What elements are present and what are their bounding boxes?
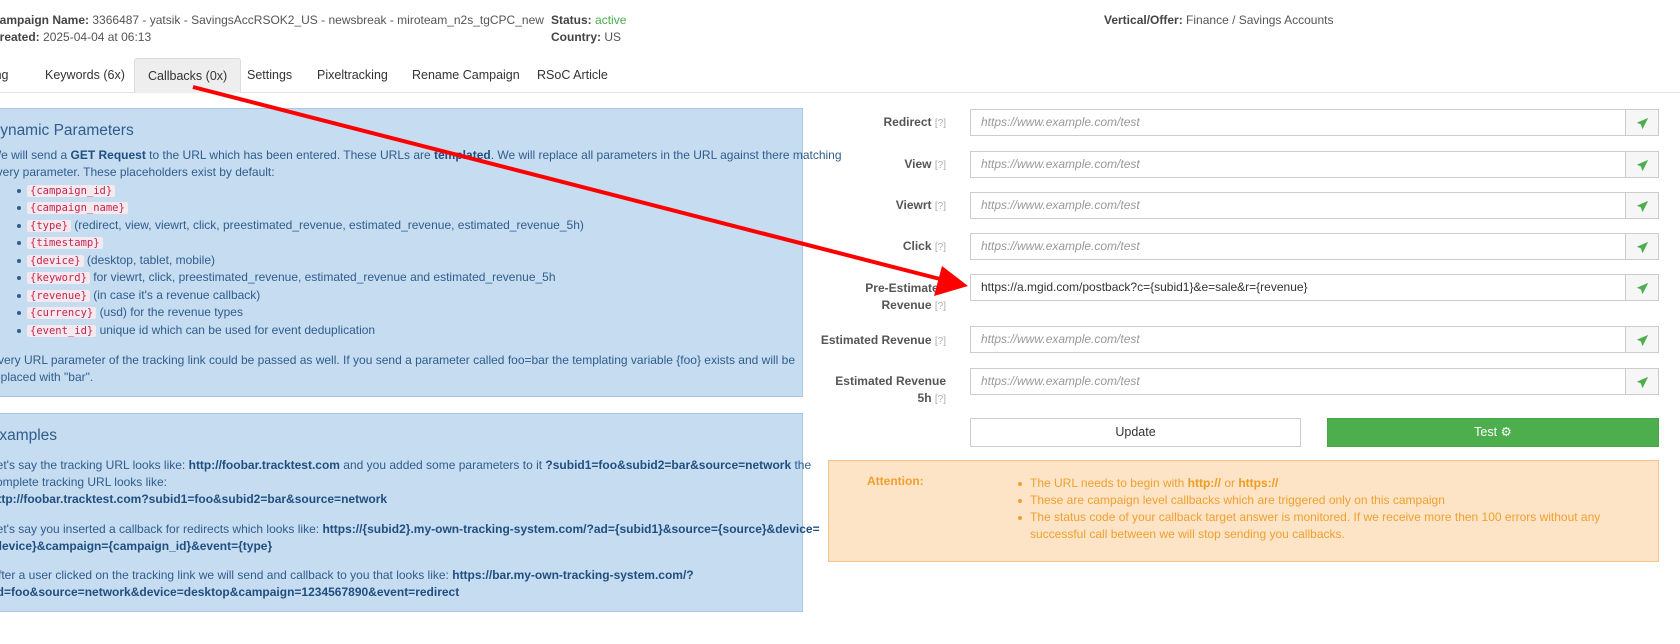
view-label: View [?] bbox=[904, 157, 946, 171]
campaign-info: Campaign Name: 3366487 - yatsik - Saving… bbox=[0, 12, 544, 46]
status-value: active bbox=[595, 13, 627, 27]
tab-settings[interactable]: Settings bbox=[247, 58, 292, 92]
view-input[interactable]: https://www.example.com/test bbox=[970, 151, 1626, 178]
dynamic-intro-2: every parameter. These placeholders exis… bbox=[0, 165, 275, 179]
example-line-3: http://foobar.tracktest.com?subid1=foo&s… bbox=[0, 492, 388, 506]
attention-box: Attention: The URL needs to begin with h… bbox=[828, 460, 1659, 562]
attention-item-3-cont: successful call between we will stop sen… bbox=[1030, 527, 1345, 541]
vertical-value: Finance / Savings Accounts bbox=[1186, 13, 1334, 27]
param-campaign-id: {campaign_id} bbox=[27, 182, 116, 199]
pre-estimated-revenue-send-button[interactable] bbox=[1626, 274, 1659, 301]
param-event-id: {event_id} unique id which can be used f… bbox=[27, 322, 375, 339]
attention-title: Attention: bbox=[867, 474, 924, 488]
tab-pixeltracking[interactable]: Pixeltracking bbox=[317, 58, 388, 92]
campaign-name: 3366487 - yatsik - SavingsAccRSOK2_US - … bbox=[92, 13, 544, 27]
tab-tracking[interactable]: Tracking bbox=[0, 58, 8, 92]
viewrt-send-button[interactable] bbox=[1626, 192, 1659, 219]
send-icon bbox=[1636, 159, 1649, 172]
pre-estimated-revenue-input[interactable]: https://a.mgid.com/postback?c={subid1}&e… bbox=[970, 274, 1626, 301]
example-line-4: Let's say you inserted a callback for re… bbox=[0, 522, 820, 536]
tab-callbacks[interactable]: Callbacks (0x) bbox=[134, 58, 242, 93]
click-send-button[interactable] bbox=[1626, 233, 1659, 260]
tab-rename-campaign[interactable]: Rename Campaign bbox=[412, 58, 520, 92]
example-line-1: Let's say the tracking URL looks like: h… bbox=[0, 458, 812, 472]
campaign-status: Status: active Country: US bbox=[551, 12, 626, 46]
examples-title: Examples bbox=[0, 427, 58, 444]
send-icon bbox=[1636, 376, 1649, 389]
example-line-2: complete tracking URL looks like: bbox=[0, 475, 167, 489]
estimated-revenue-send-button[interactable] bbox=[1626, 326, 1659, 353]
vertical-label: Vertical/Offer: bbox=[1104, 13, 1183, 27]
examples-panel: Examples Let's say the tracking URL look… bbox=[0, 413, 820, 612]
param-campaign-name: {campaign_name} bbox=[27, 199, 128, 216]
send-icon bbox=[1636, 117, 1649, 130]
estimated-revenue-5h-send-button[interactable] bbox=[1626, 368, 1659, 395]
dynamic-parameters-panel: Dynamic Parameters We will send a GET Re… bbox=[0, 108, 842, 397]
pre-estimated-revenue-label: Pre-Estimated Revenue [?] bbox=[865, 281, 946, 312]
param-currency: {currency} (usd) for the revenue types bbox=[27, 304, 243, 321]
example-line-5: {device}&campaign={campaign_id}&event={t… bbox=[0, 539, 273, 553]
redirect-send-button[interactable] bbox=[1626, 109, 1659, 136]
dynamic-intro: We will send a GET Request to the URL wh… bbox=[0, 148, 842, 162]
campaign-tabs: Tracking Keywords (6x) Callbacks (0x) Se… bbox=[0, 58, 1680, 93]
created-label: Created: bbox=[0, 30, 40, 44]
example-line-6: After a user clicked on the tracking lin… bbox=[0, 568, 694, 582]
param-revenue: {revenue} (in case it's a revenue callba… bbox=[27, 287, 260, 304]
param-device: {device} (desktop, tablet, mobile) bbox=[27, 252, 215, 269]
viewrt-input[interactable]: https://www.example.com/test bbox=[970, 192, 1626, 219]
country-value: US bbox=[604, 30, 622, 44]
test-button[interactable]: Test ⚙ bbox=[1327, 418, 1659, 447]
estimated-revenue-5h-input[interactable]: https://www.example.com/test bbox=[970, 368, 1626, 395]
gear-icon: ⚙ bbox=[1500, 425, 1512, 439]
attention-item-2: These are campaign level callbacks which… bbox=[1030, 493, 1445, 507]
send-icon bbox=[1636, 282, 1649, 295]
tab-keywords[interactable]: Keywords (6x) bbox=[45, 58, 125, 92]
dynamic-outro: Every URL parameter of the tracking link… bbox=[0, 353, 795, 367]
attention-item-1: The URL needs to begin with http:// or h… bbox=[1030, 476, 1279, 490]
dynamic-outro-2: replaced with "bar". bbox=[0, 370, 94, 384]
example-line-7: ad=foo&source=network&device=desktop&cam… bbox=[0, 585, 460, 599]
send-icon bbox=[1636, 200, 1649, 213]
viewrt-label: Viewrt [?] bbox=[895, 198, 946, 212]
update-button[interactable]: Update bbox=[970, 418, 1301, 447]
status-label: Status: bbox=[551, 13, 592, 27]
estimated-revenue-input[interactable]: https://www.example.com/test bbox=[970, 326, 1626, 353]
tab-rsoc-article[interactable]: RSoC Article bbox=[537, 58, 608, 92]
created-date: 2025-04-04 at 06:13 bbox=[43, 30, 152, 44]
click-label: Click [?] bbox=[902, 239, 946, 253]
view-send-button[interactable] bbox=[1626, 151, 1659, 178]
redirect-label: Redirect [?] bbox=[883, 115, 947, 129]
estimated-revenue-label: Estimated Revenue [?] bbox=[820, 333, 946, 347]
vertical-info: Vertical/Offer: Finance / Savings Accoun… bbox=[1104, 12, 1333, 29]
attention-item-3: The status code of your callback target … bbox=[1030, 510, 1601, 524]
param-timestamp: {timestamp} bbox=[27, 234, 103, 251]
redirect-input[interactable]: https://www.example.com/test bbox=[970, 109, 1626, 136]
param-type: {type} (redirect, view, viewrt, click, p… bbox=[27, 217, 584, 234]
country-label: Country: bbox=[551, 30, 601, 44]
estimated-revenue-5h-label: Estimated Revenue 5h [?] bbox=[835, 374, 946, 405]
send-icon bbox=[1636, 334, 1649, 347]
param-keyword: {keyword} for viewrt, click, preestimate… bbox=[27, 269, 556, 286]
send-icon bbox=[1636, 241, 1649, 254]
dynamic-parameters-title: Dynamic Parameters bbox=[0, 122, 134, 139]
campaign-name-label: Campaign Name: bbox=[0, 13, 90, 27]
click-input[interactable]: https://www.example.com/test bbox=[970, 233, 1626, 260]
